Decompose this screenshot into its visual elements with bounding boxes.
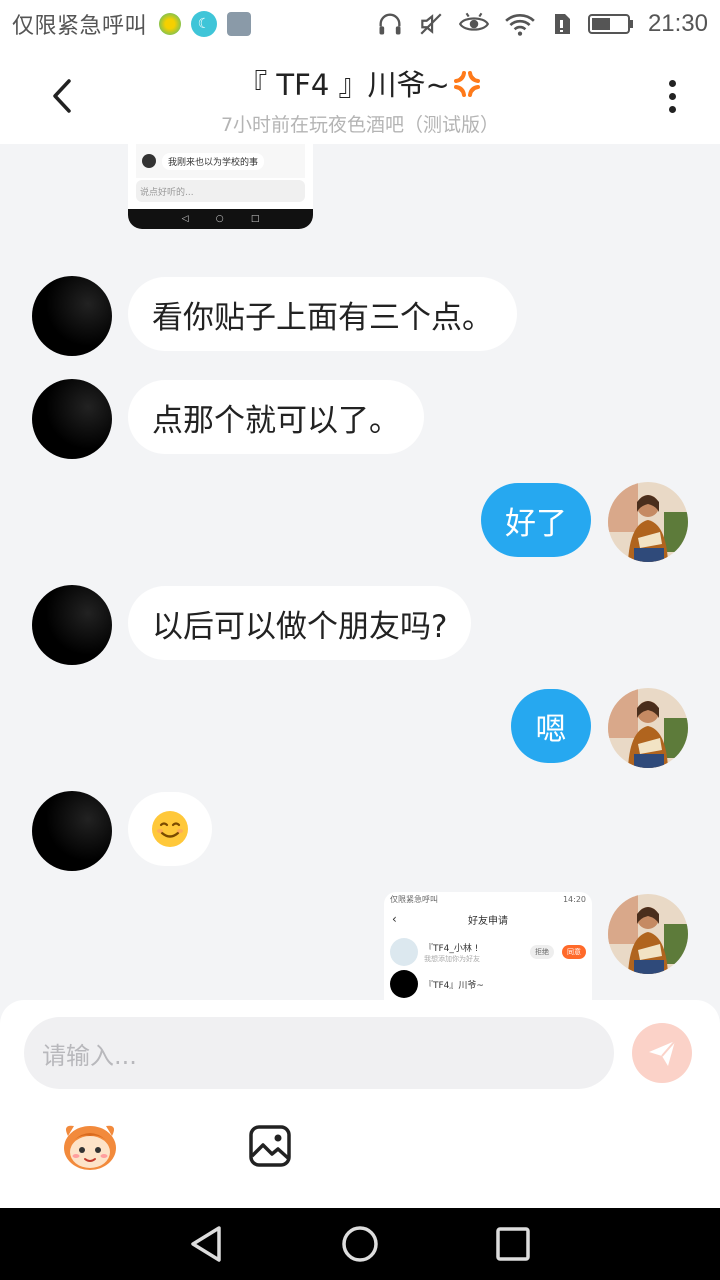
mini-request-text: 『TF4_小林 ! 我想添加你为好友 bbox=[424, 941, 480, 964]
anger-emoji-icon bbox=[452, 68, 482, 102]
incoming-emoji-message bbox=[128, 792, 212, 866]
screenshot-navbar: ◁ ○ □ bbox=[128, 209, 313, 229]
mascot-sticker-button[interactable] bbox=[60, 1118, 120, 1174]
my-avatar[interactable] bbox=[608, 482, 688, 562]
title-area: 『 TF4 』川爷~ 7小时前在玩夜色酒吧（测试版） bbox=[130, 62, 590, 137]
nav-recent-mini-icon: □ bbox=[250, 214, 260, 224]
carrier-text: 仅限紧急呼叫 bbox=[12, 14, 148, 39]
circle-home-icon bbox=[342, 1226, 378, 1262]
contact-avatar[interactable] bbox=[32, 585, 112, 665]
moon-app-icon: ☾ bbox=[191, 11, 218, 37]
mini-reject-button: 拒绝 bbox=[530, 945, 554, 959]
dot-icon bbox=[668, 105, 676, 113]
mascot-icon bbox=[64, 1125, 116, 1170]
screenshot-input-row: 说点好听的... bbox=[136, 180, 305, 202]
gallery-app-icon bbox=[227, 12, 252, 36]
message-input-placeholder: 请输入... bbox=[42, 1041, 137, 1070]
mini-title: 好友申请 bbox=[468, 915, 508, 927]
mini-row1-sub: 我想添加你为好友 bbox=[424, 954, 480, 963]
mini-request-row-2: 『TF4』川爷~ bbox=[384, 970, 592, 998]
paper-plane-icon bbox=[649, 1040, 676, 1066]
notification-icons: ☾ bbox=[159, 11, 252, 37]
mini-time: 14:20 bbox=[562, 894, 586, 904]
contact-avatar[interactable] bbox=[32, 276, 112, 356]
image-icon bbox=[249, 1125, 291, 1167]
message-input[interactable]: 请输入... bbox=[24, 1017, 614, 1089]
outgoing-message: 嗯 bbox=[511, 689, 591, 763]
incoming-message: 看你贴子上面有三个点。 bbox=[128, 277, 517, 351]
send-button[interactable] bbox=[632, 1023, 692, 1083]
screenshot-content: 我刚来也以为学校的事 bbox=[136, 144, 305, 178]
nav-home-mini-icon: ○ bbox=[215, 214, 224, 224]
screenshot-input-hint: 说点好听的... bbox=[140, 187, 194, 198]
chat-header: 『 TF4 』川爷~ 7小时前在玩夜色酒吧（测试版） bbox=[0, 48, 720, 144]
screenshot-comment: 我刚来也以为学校的事 bbox=[162, 152, 265, 170]
my-avatar[interactable] bbox=[608, 894, 688, 974]
headphones-icon bbox=[379, 13, 401, 35]
triangle-back-icon bbox=[190, 1226, 221, 1262]
image-message-friend-request[interactable]: 仅限紧急呼叫 14:20 ‹ 好友申请 『TF4_小林 ! 我想添加你为好友 拒… bbox=[384, 892, 592, 1000]
nav-back-mini-icon: ◁ bbox=[181, 214, 189, 224]
sim-icon bbox=[554, 14, 570, 34]
mini-back-icon: ‹ bbox=[392, 912, 397, 926]
last-active-status: 7小时前在玩夜色酒吧（测试版） bbox=[220, 114, 500, 136]
mini-row1-name: 『TF4_小林 ! bbox=[424, 943, 479, 954]
status-bar: 仅限紧急呼叫 ☾ 21:30 bbox=[0, 0, 720, 48]
chevron-left-icon bbox=[53, 79, 71, 113]
clock: 21:30 bbox=[647, 10, 708, 37]
my-avatar[interactable] bbox=[608, 688, 688, 768]
incoming-message: 以后可以做个朋友吗? bbox=[128, 586, 472, 660]
mini-request-row: 『TF4_小林 ! 我想添加你为好友 拒绝 同意 bbox=[384, 932, 592, 972]
wifi-icon bbox=[505, 14, 535, 36]
system-navigation-bar bbox=[0, 1208, 720, 1280]
image-picker-button[interactable] bbox=[248, 1124, 292, 1168]
battery-icon bbox=[587, 14, 633, 34]
mini-status-bar: 仅限紧急呼叫 14:20 bbox=[384, 892, 592, 906]
incoming-message: 点那个就可以了。 bbox=[128, 380, 424, 454]
mini-carrier: 仅限紧急呼叫 bbox=[390, 894, 438, 904]
more-options-button[interactable] bbox=[652, 74, 692, 118]
chat-title-text: 『 TF4 』川爷~ bbox=[238, 68, 450, 102]
app-notification-icon bbox=[159, 13, 182, 35]
chat-title: 『 TF4 』川爷~ bbox=[130, 62, 590, 104]
mini-accept-button: 同意 bbox=[562, 945, 586, 959]
mini-header: ‹ 好友申请 bbox=[384, 906, 592, 932]
nav-home-button[interactable] bbox=[336, 1220, 384, 1268]
smile-emoji-icon bbox=[152, 811, 188, 847]
outgoing-message: 好了 bbox=[481, 483, 591, 557]
dot-icon bbox=[668, 92, 676, 100]
image-message-screenshot[interactable]: 我刚来也以为学校的事 说点好听的... ◁ ○ □ bbox=[128, 144, 313, 229]
eye-icon bbox=[458, 12, 490, 31]
nav-recents-button[interactable] bbox=[489, 1220, 537, 1268]
mute-icon bbox=[420, 13, 442, 35]
small-avatar-icon bbox=[142, 154, 156, 168]
nav-back-button[interactable] bbox=[183, 1220, 231, 1268]
message-list[interactable]: 我刚来也以为学校的事 说点好听的... ◁ ○ □ 看你贴子上面有三个点。 点那… bbox=[0, 144, 720, 1000]
square-recents-icon bbox=[496, 1227, 531, 1261]
dot-icon bbox=[668, 79, 676, 87]
mini-avatar bbox=[390, 938, 418, 966]
mini-avatar-black bbox=[390, 970, 418, 998]
back-button[interactable] bbox=[40, 74, 84, 118]
composer-panel: 请输入... bbox=[0, 1000, 720, 1208]
contact-avatar[interactable] bbox=[32, 791, 112, 871]
contact-avatar[interactable] bbox=[32, 379, 112, 459]
mini-row2-name: 『TF4』川爷~ bbox=[424, 980, 484, 991]
